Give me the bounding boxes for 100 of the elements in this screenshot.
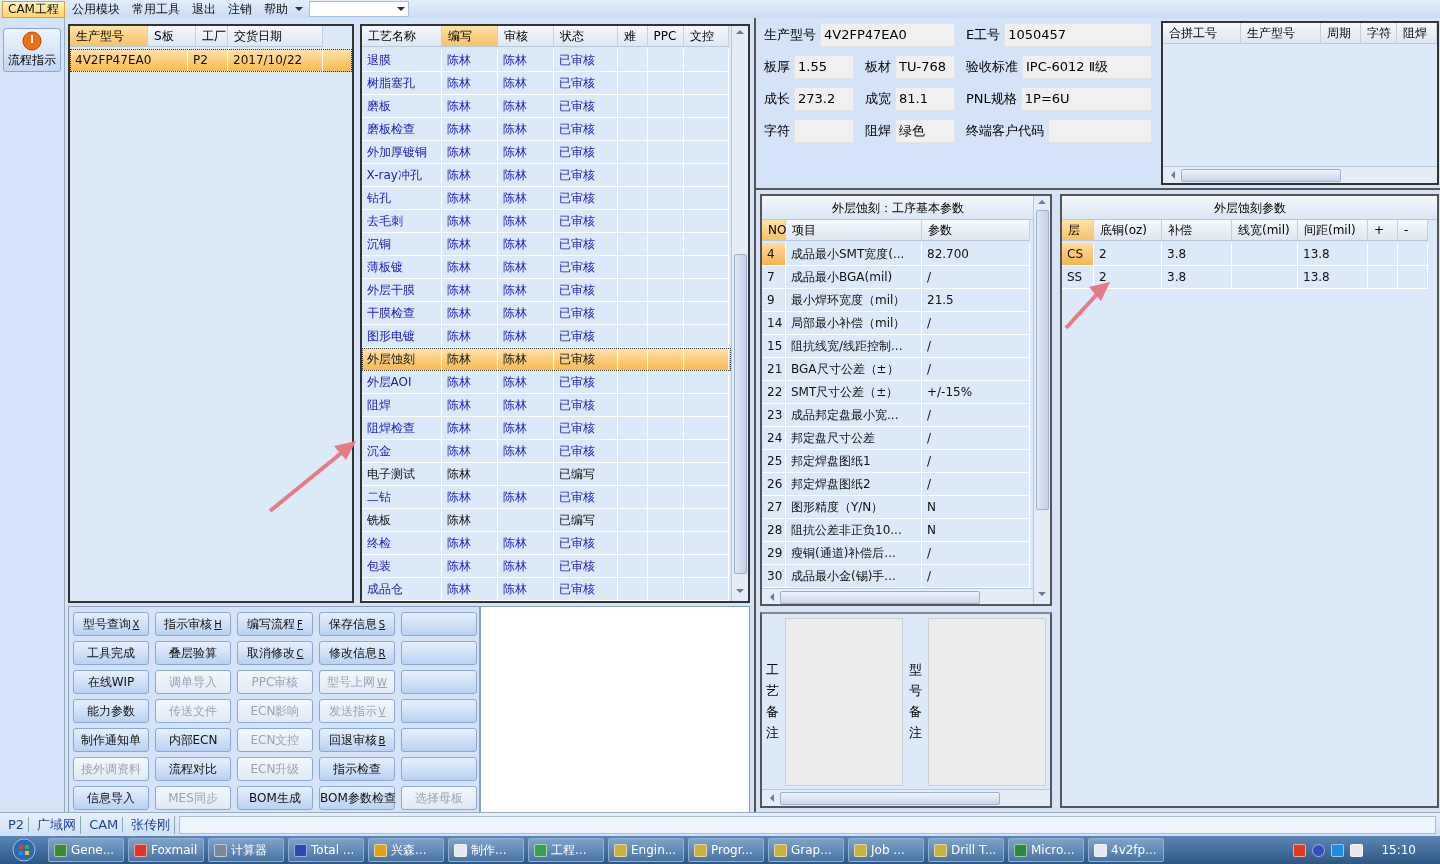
column-header[interactable]: 字符 — [1361, 23, 1397, 44]
blank-button[interactable] — [401, 612, 477, 636]
horizontal-scrollbar[interactable] — [762, 789, 1050, 806]
action-button[interactable]: 指示审核 H — [155, 612, 231, 636]
column-header[interactable]: 工厂 — [196, 26, 228, 47]
table-row[interactable]: 磨板 陈林 陈林 已审核 — [361, 95, 731, 118]
taskbar-button[interactable]: 制作... — [448, 838, 524, 862]
text-field[interactable]: 1050457 — [1004, 23, 1152, 47]
table-cell[interactable]: 22 — [762, 381, 786, 404]
table-row[interactable]: 外加厚镀铜 陈林 陈林 已审核 — [361, 141, 731, 164]
table-row[interactable]: 磨板检查 陈林 陈林 已审核 — [361, 118, 731, 141]
help-icon[interactable] — [1312, 843, 1326, 857]
menu-item[interactable]: 帮助 — [258, 0, 293, 18]
taskbar-button[interactable]: 工程... — [528, 838, 604, 862]
table-cell[interactable]: 24 — [762, 427, 786, 450]
table-cell[interactable]: 21 — [762, 358, 786, 381]
taskbar-button[interactable]: Grap... — [768, 838, 844, 862]
table-cell[interactable]: 9 — [762, 289, 786, 312]
action-button[interactable]: 修改信息 R — [319, 641, 395, 665]
text-field[interactable]: 1P=6U — [1020, 87, 1152, 111]
column-header[interactable]: 层 — [1062, 220, 1094, 241]
column-header[interactable]: 生产型号 — [1241, 23, 1321, 44]
table-row[interactable]: 包装 陈林 陈林 已审核 — [361, 555, 731, 578]
action-button[interactable]: 叠层验算 — [155, 641, 231, 665]
column-header[interactable]: NO — [762, 220, 786, 241]
taskbar-button[interactable]: 兴森... — [368, 838, 444, 862]
column-header[interactable]: S板 — [148, 26, 196, 47]
table-cell[interactable]: 7 — [762, 266, 786, 289]
vertical-scrollbar[interactable] — [731, 26, 748, 601]
action-button[interactable]: BOM参数检查 — [319, 786, 395, 810]
column-header[interactable]: 阻焊 — [1397, 23, 1437, 44]
horizontal-scrollbar[interactable] — [762, 588, 1033, 604]
text-field[interactable] — [794, 119, 854, 143]
tray-icon[interactable] — [1350, 843, 1364, 857]
column-header[interactable]: 审核 — [497, 26, 554, 47]
text-field[interactable] — [1048, 119, 1152, 143]
column-header[interactable]: 交货日期 — [228, 26, 323, 47]
table-row[interactable]: 外层蚀刻 陈林 陈林 已审核 — [361, 348, 731, 371]
column-header[interactable]: 状态 — [553, 26, 618, 47]
table-row[interactable]: 沉铜 陈林 陈林 已审核 — [361, 233, 731, 256]
action-button[interactable]: 能力参数 — [73, 699, 149, 723]
table-cell[interactable]: 15 — [762, 335, 786, 358]
column-header[interactable]: 间距(mil) — [1298, 220, 1368, 241]
tray-icon[interactable] — [1293, 843, 1307, 857]
table-row[interactable]: 沉金 陈林 陈林 已审核 — [361, 440, 731, 463]
note-field[interactable] — [928, 618, 1046, 786]
column-header[interactable]: 参数 — [922, 220, 1030, 241]
column-header[interactable]: 项目 — [786, 220, 922, 241]
table-row[interactable]: 干膜检查 陈林 陈林 已审核 — [361, 302, 731, 325]
table-cell[interactable]: 4 — [762, 243, 786, 266]
action-button[interactable]: 内部ECN — [155, 728, 231, 752]
action-button[interactable]: BOM生成 — [237, 786, 313, 810]
table-cell[interactable]: 14 — [762, 312, 786, 335]
table-row[interactable]: 二钻 陈林 陈林 已审核 — [361, 486, 731, 509]
table-row[interactable]: X-ray冲孔 陈林 陈林 已审核 — [361, 164, 731, 187]
flow-guide-button[interactable]: 流程指示 — [3, 28, 61, 72]
taskbar-button[interactable]: Total ... — [288, 838, 364, 862]
action-button[interactable]: 指示检查 — [319, 757, 395, 781]
table-cell[interactable]: 26 — [762, 473, 786, 496]
taskbar-button[interactable]: Foxmail — [128, 838, 204, 862]
text-field[interactable]: 273.2 — [794, 87, 854, 111]
table-row[interactable]: 电子测试 陈林 已编写 — [361, 463, 731, 486]
table-cell[interactable]: 29 — [762, 542, 786, 565]
table-row[interactable]: 阻焊检查 陈林 陈林 已审核 — [361, 417, 731, 440]
taskbar-button[interactable]: Progr... — [688, 838, 764, 862]
column-header[interactable]: 文控 — [683, 26, 729, 47]
column-header[interactable]: 补偿 — [1162, 220, 1232, 241]
column-header[interactable]: 生产型号 — [70, 26, 148, 47]
action-button[interactable]: 信息导入 — [73, 786, 149, 810]
blank-button[interactable] — [401, 670, 477, 694]
note-field[interactable] — [785, 618, 903, 786]
action-button[interactable]: 在线WIP — [73, 670, 149, 694]
action-button[interactable]: 保存信息 S — [319, 612, 395, 636]
table-cell[interactable]: 28 — [762, 519, 786, 542]
table-cell[interactable]: CS — [1062, 243, 1094, 266]
blank-button[interactable] — [401, 641, 477, 665]
action-button[interactable]: 型号查询 X — [73, 612, 149, 636]
taskbar-button[interactable]: Gene... — [48, 838, 124, 862]
menu-item[interactable]: 常用工具 — [126, 0, 185, 18]
blank-button[interactable] — [401, 757, 477, 781]
blank-button[interactable] — [401, 699, 477, 723]
table-row[interactable]: 终检 陈林 陈林 已审核 — [361, 532, 731, 555]
horizontal-scrollbar[interactable] — [1163, 166, 1437, 183]
text-field[interactable]: 81.1 — [895, 87, 955, 111]
action-button[interactable]: 工具完成 — [73, 641, 149, 665]
taskbar-button[interactable]: Job ... — [848, 838, 924, 862]
column-header[interactable]: 线宽(mil) — [1232, 220, 1298, 241]
table-row[interactable]: 去毛刺 陈林 陈林 已审核 — [361, 210, 731, 233]
taskbar-button[interactable]: 4v2fp... — [1088, 838, 1164, 862]
column-header[interactable]: 底铜(oz) — [1094, 220, 1162, 241]
table-row[interactable]: 4V2FP47EA0 P2 2017/10/22 — [70, 49, 352, 72]
table-row[interactable]: 外层AOI 陈林 陈林 已审核 — [361, 371, 731, 394]
column-header[interactable]: 编写 — [441, 26, 498, 47]
action-button[interactable]: 制作通知单 — [73, 728, 149, 752]
column-header[interactable]: - — [1398, 220, 1428, 241]
action-button[interactable]: 取消修改 C — [237, 641, 313, 665]
action-button[interactable]: 流程对比 — [155, 757, 231, 781]
column-header[interactable]: 周期 — [1321, 23, 1361, 44]
action-button[interactable]: 编写流程 F — [237, 612, 313, 636]
column-header[interactable]: PPC — [647, 26, 684, 47]
